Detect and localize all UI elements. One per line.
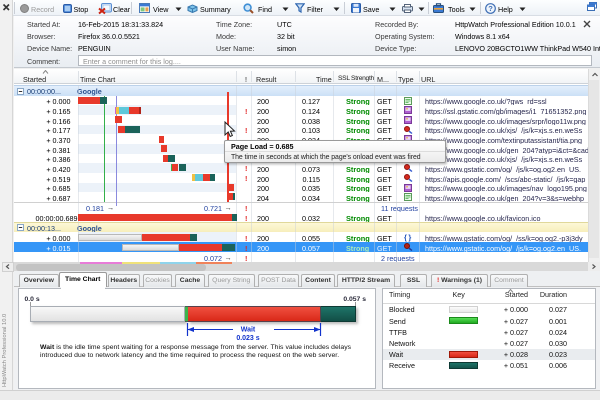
svg-text:0.023 s: 0.023 s	[236, 335, 259, 342]
svg-text:Wait: Wait	[241, 327, 256, 334]
svg-text:?: ?	[488, 4, 493, 13]
